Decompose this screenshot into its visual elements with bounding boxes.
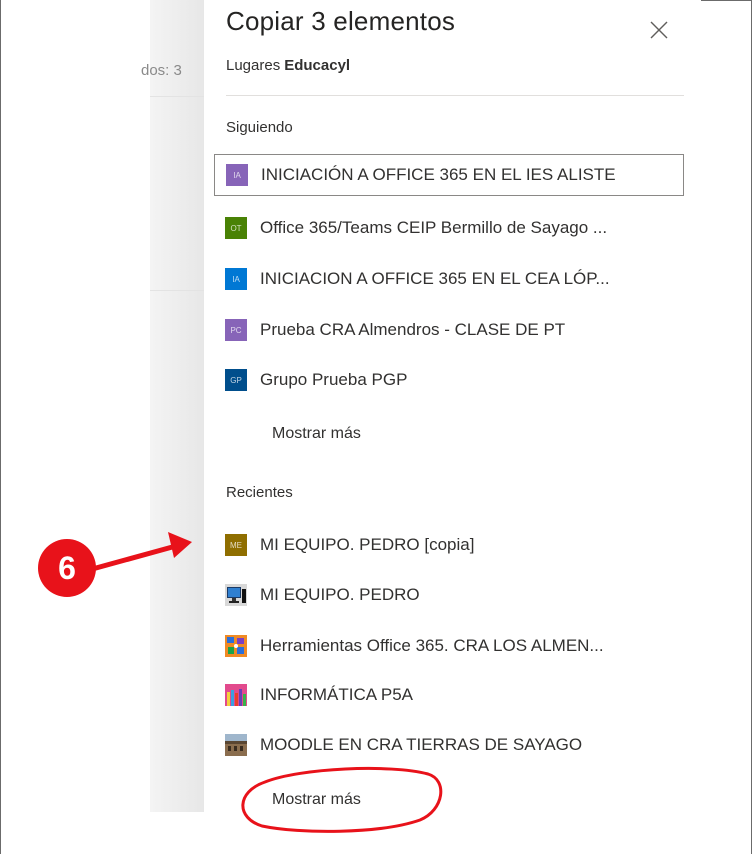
annotation-ellipse: [241, 766, 443, 833]
